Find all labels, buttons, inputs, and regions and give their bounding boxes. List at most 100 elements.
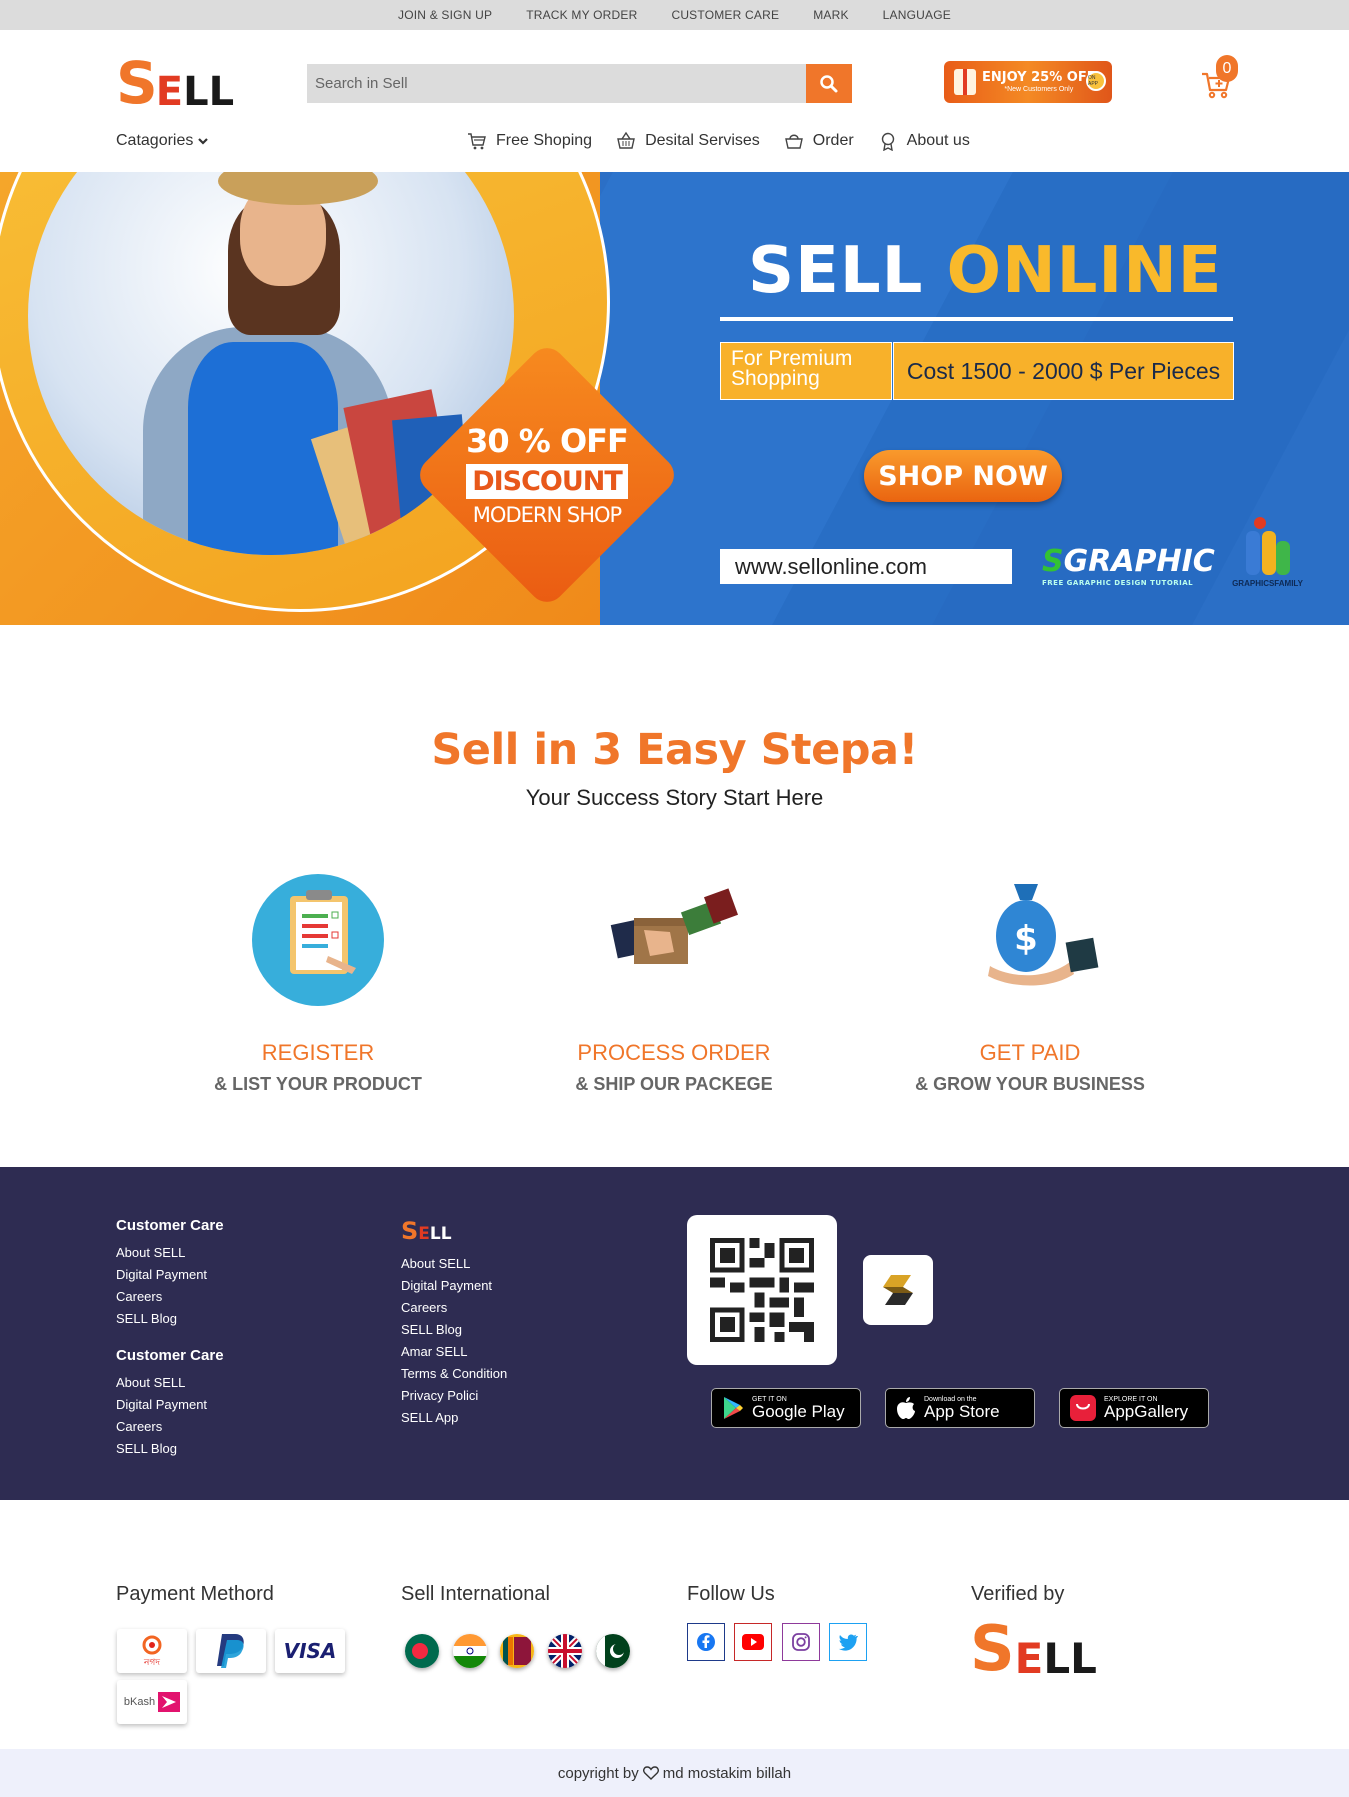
nav-item-desital-servises[interactable]: Desital Servises: [616, 131, 760, 151]
nav-label: Free Shoping: [496, 132, 593, 149]
sponsor-graphicsfamily-logo: GRAPHICSFAMILY: [1220, 517, 1315, 588]
footer-col-customer-care-2: Customer Care About SELL Digital Payment…: [116, 1347, 224, 1460]
flag-united-kingdom[interactable]: [548, 1634, 582, 1668]
store-big: App Store: [924, 1402, 1000, 1421]
search-icon: [820, 74, 838, 92]
footer-logo-l: LL: [429, 1224, 452, 1244]
footer-link[interactable]: Digital Payment: [116, 1394, 224, 1416]
verified-logo-s: S: [970, 1612, 1015, 1685]
hero-title-orange: ONLINE: [946, 234, 1223, 308]
hero-divider: [720, 317, 1233, 321]
app-store-button[interactable]: Download on the App Store: [885, 1388, 1035, 1428]
discount-line-3: MODERN SHOP: [472, 503, 622, 527]
payment-heading: Payment Methord: [116, 1583, 274, 1605]
nagad-label: নগদ: [143, 1658, 160, 1668]
youtube-button[interactable]: [734, 1623, 772, 1661]
twitter-button[interactable]: [829, 1623, 867, 1661]
payment-paypal[interactable]: [196, 1629, 266, 1673]
flag-india[interactable]: [453, 1634, 487, 1668]
step-subtitle: & SHIP OUR PACKEGE: [575, 1074, 773, 1094]
language-link[interactable]: LANGUAGE: [883, 8, 951, 22]
search-button[interactable]: [806, 64, 852, 103]
cart-count-badge: 0: [1216, 55, 1238, 82]
visa-label: VISA: [283, 1639, 337, 1663]
google-play-button[interactable]: GET IT ON Google Play: [711, 1388, 861, 1428]
footer-link[interactable]: About SELL: [116, 1242, 224, 1264]
follow-heading: Follow Us: [687, 1583, 775, 1605]
customer-care-link[interactable]: CUSTOMER CARE: [671, 8, 779, 22]
qr-code: [687, 1215, 837, 1365]
footer-link[interactable]: Careers: [401, 1297, 507, 1319]
track-order-link[interactable]: TRACK MY ORDER: [526, 8, 637, 22]
search-input[interactable]: [307, 64, 806, 103]
discount-line-1: 30 % OFF: [466, 422, 629, 460]
instagram-button[interactable]: [782, 1623, 820, 1661]
sell-app-icon[interactable]: [863, 1255, 933, 1325]
shop-now-button[interactable]: SHOP NOW: [864, 450, 1062, 502]
footer-link[interactable]: SELL Blog: [116, 1308, 224, 1330]
app-gallery-button[interactable]: EXPLORE IT ON AppGallery: [1059, 1388, 1209, 1428]
instagram-icon: [792, 1633, 810, 1651]
footer-link[interactable]: SELL App: [401, 1407, 507, 1429]
discount-text: 30 % OFF DISCOUNT MODERN SHOP: [455, 422, 639, 527]
footer-link[interactable]: Terms & Condition: [401, 1363, 507, 1385]
footer-link[interactable]: About SELL: [401, 1253, 507, 1275]
facebook-icon: [697, 1633, 715, 1651]
promo-badge: ON APP: [1086, 71, 1106, 91]
clipboard-icon: [248, 870, 388, 1010]
footer-link[interactable]: SELL Blog: [401, 1319, 507, 1341]
footer-link[interactable]: Digital Payment: [401, 1275, 507, 1297]
hero-url: www.sellonline.com: [720, 549, 1012, 584]
step-title: GET PAID: [979, 1040, 1081, 1065]
step-subtitle: & LIST YOUR PRODUCT: [214, 1074, 422, 1094]
footer-link[interactable]: About SELL: [116, 1372, 224, 1394]
payment-nagad[interactable]: নগদ: [117, 1629, 187, 1673]
facebook-button[interactable]: [687, 1623, 725, 1661]
nav-item-free-shoping[interactable]: Free Shoping: [467, 131, 592, 151]
copyright-prefix: copyright by: [557, 1764, 639, 1782]
flag-sri-lanka[interactable]: [500, 1634, 534, 1668]
footer-link[interactable]: Privacy Polici: [401, 1385, 507, 1407]
categories-dropdown[interactable]: Catagories: [116, 132, 209, 150]
payment-bkash[interactable]: bKash: [117, 1680, 187, 1724]
mark-link[interactable]: MARK: [813, 8, 848, 22]
footer-link[interactable]: SELL Blog: [116, 1438, 224, 1460]
promo-banner[interactable]: ENJOY 25% OFF *New Customers Only ON APP: [944, 61, 1112, 103]
nav-label: About us: [906, 132, 970, 149]
footer-logo: S E LL: [401, 1219, 507, 1243]
logo-letter-e: E: [155, 69, 184, 115]
nav-item-order[interactable]: Order: [784, 131, 854, 151]
paypal-icon: [217, 1634, 244, 1668]
flag-pakistan[interactable]: [596, 1634, 630, 1668]
graphicsfamily-label: GRAPHICSFAMILY: [1232, 579, 1303, 588]
footer-link[interactable]: Amar SELL: [401, 1341, 507, 1363]
step-subtitle: & GROW YOUR BUSINESS: [915, 1074, 1145, 1094]
twitter-icon: [838, 1634, 858, 1651]
sponsor-graphic-text: GRAPHIC: [1063, 544, 1215, 579]
footer-heading: Customer Care: [116, 1347, 224, 1364]
join-signup-link[interactable]: JOIN & SIGN UP: [398, 8, 492, 22]
hero-pill-right: Cost 1500 - 2000 $ Per Pieces: [893, 342, 1234, 400]
promo-subtitle: *New Customers Only: [1004, 86, 1074, 93]
footer-link[interactable]: Careers: [116, 1416, 224, 1438]
logo-letter-l1: L: [183, 69, 209, 115]
site-logo[interactable]: S E L L: [116, 54, 234, 112]
basket-icon: [617, 131, 635, 149]
nagad-logo-icon: নগদ: [142, 1635, 162, 1668]
package-handoff-icon: [604, 870, 744, 1010]
footer-col-sell: S E LL About SELL Digital Payment Career…: [401, 1219, 507, 1429]
cart-icon: [468, 133, 486, 150]
footer-link[interactable]: Digital Payment: [116, 1264, 224, 1286]
nav-item-about-us[interactable]: About us: [878, 131, 970, 151]
logo-letter-s: S: [116, 49, 158, 117]
svg-text:$: $: [1014, 919, 1038, 959]
award-icon: [881, 132, 894, 151]
step-title: PROCESS ORDER: [577, 1040, 771, 1065]
flag-bangladesh[interactable]: [405, 1634, 439, 1668]
main-nav: Free Shoping Desital Servises Order Abou…: [467, 131, 970, 151]
apple-icon: [897, 1397, 915, 1419]
footer-link[interactable]: Careers: [116, 1286, 224, 1308]
payment-visa[interactable]: VISA: [275, 1629, 345, 1673]
store-big: Google Play: [752, 1402, 845, 1421]
huawei-appgallery-icon: [1070, 1395, 1096, 1421]
